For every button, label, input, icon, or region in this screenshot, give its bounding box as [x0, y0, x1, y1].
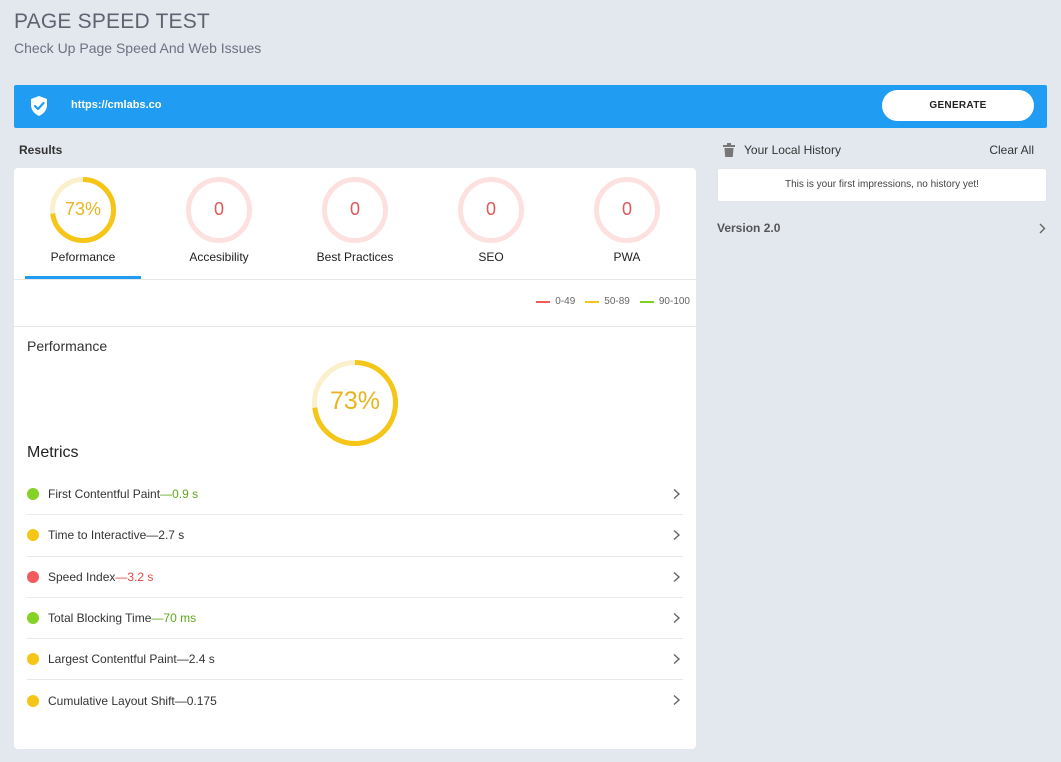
score-value: 0: [349, 199, 360, 219]
tab-label: PWA: [613, 250, 641, 264]
chevron-right-icon: [673, 488, 681, 500]
tab-label: SEO: [478, 250, 504, 264]
status-dot: [27, 695, 39, 708]
metrics-title: Metrics: [27, 444, 79, 461]
performance-big-score: 73%: [329, 387, 381, 415]
results-label: Results: [19, 143, 63, 157]
tab-label: Peformance: [50, 250, 116, 264]
score-legend: 0-49 50-89 90-100: [536, 296, 690, 307]
tab-pwa[interactable]: 0 PWA: [569, 168, 685, 279]
chevron-right-icon: [673, 612, 681, 623]
chevron-right-icon: [673, 654, 681, 665]
metric-row[interactable]: Largest Contentful Paint —2.4 s: [27, 639, 683, 681]
page-title: PAGE SPEED TEST: [14, 10, 210, 33]
chevron-right-icon: [673, 530, 681, 541]
url-input[interactable]: https://cmlabs.co: [71, 99, 161, 111]
metric-name: Largest Contentful Paint: [48, 652, 177, 667]
history-header: Your Local History Clear All: [722, 141, 1042, 159]
tab-seo[interactable]: 0 SEO: [433, 168, 549, 279]
page-subtitle: Check Up Page Speed And Web Issues: [14, 40, 262, 56]
version-label: Version 2.0: [717, 221, 781, 235]
metrics-list: First Contentful Paint —0.9 s Time to Inte…: [27, 474, 683, 722]
metric-name: Speed Index: [48, 569, 116, 584]
metric-row[interactable]: Total Blocking Time —70 ms: [27, 598, 683, 640]
tab-best-practices[interactable]: 0 Best Practices: [297, 168, 413, 279]
metric-row[interactable]: Cumulative Layout Shift —0.175: [27, 680, 683, 721]
metric-value: —2.7 s: [146, 528, 185, 543]
tab-label: Accesibility: [189, 250, 249, 264]
chevron-right-icon: [673, 571, 681, 582]
divider: [14, 326, 696, 327]
metric-value: —2.4 s: [176, 652, 215, 667]
legend-label: 50-89: [604, 296, 630, 307]
clear-all-button[interactable]: Clear All: [989, 143, 1034, 157]
legend-item: 90-100: [639, 296, 690, 307]
score-value: 0: [485, 199, 496, 219]
score-value: 0: [621, 199, 632, 219]
status-dot: [27, 612, 39, 625]
metric-value: —3.2 s: [115, 569, 154, 584]
results-card: 73% Peformance 0 Accesibility 0 Best Practice…: [14, 168, 696, 749]
generate-button[interactable]: GENERATE: [882, 90, 1034, 121]
legend-swatch: [639, 300, 654, 303]
status-dot: [27, 529, 39, 542]
metric-row[interactable]: Time to Interactive —2.7 s: [27, 515, 683, 557]
legend-label: 0-49: [555, 296, 576, 307]
tab-peformance[interactable]: 73% Peformance: [25, 168, 141, 279]
history-empty-message: This is your first impressions, no histo…: [717, 168, 1047, 202]
chevron-right-icon: [1039, 223, 1046, 234]
status-dot: [27, 488, 39, 501]
history-title: Your Local History: [744, 143, 841, 157]
metric-value: —0.175: [174, 694, 217, 709]
legend-swatch: [536, 300, 551, 303]
metric-name: Time to Interactive: [48, 528, 147, 543]
version-row[interactable]: Version 2.0: [717, 218, 1047, 238]
metric-row[interactable]: First Contentful Paint —0.9 s: [27, 474, 683, 516]
status-dot: [27, 570, 39, 583]
metric-row[interactable]: Speed Index —3.2 s: [27, 557, 683, 598]
score-value: 0: [213, 199, 224, 219]
metric-name: Total Blocking Time: [48, 611, 152, 626]
score-value: 73%: [64, 199, 102, 219]
metric-name: Cumulative Layout Shift: [48, 694, 175, 709]
tab-label: Best Practices: [316, 250, 394, 264]
url-bar: https://cmlabs.co GENERATE: [14, 85, 1047, 128]
chevron-right-icon: [673, 695, 681, 706]
trash-icon: [723, 143, 735, 157]
legend-label: 90-100: [658, 296, 690, 307]
legend-item: 50-89: [585, 296, 630, 307]
legend-swatch: [585, 300, 600, 303]
section-title: Performance: [27, 338, 108, 354]
shield-check-icon: [31, 96, 47, 116]
tab-accesibility[interactable]: 0 Accesibility: [161, 168, 277, 279]
metric-name: First Contentful Paint: [48, 487, 161, 502]
legend-item: 0-49: [536, 296, 575, 307]
category-tabs: 73% Peformance 0 Accesibility 0 Best Practice…: [14, 168, 696, 280]
status-dot: [27, 653, 39, 666]
metric-value: —70 ms: [151, 611, 197, 626]
metric-value: —0.9 s: [160, 487, 199, 502]
